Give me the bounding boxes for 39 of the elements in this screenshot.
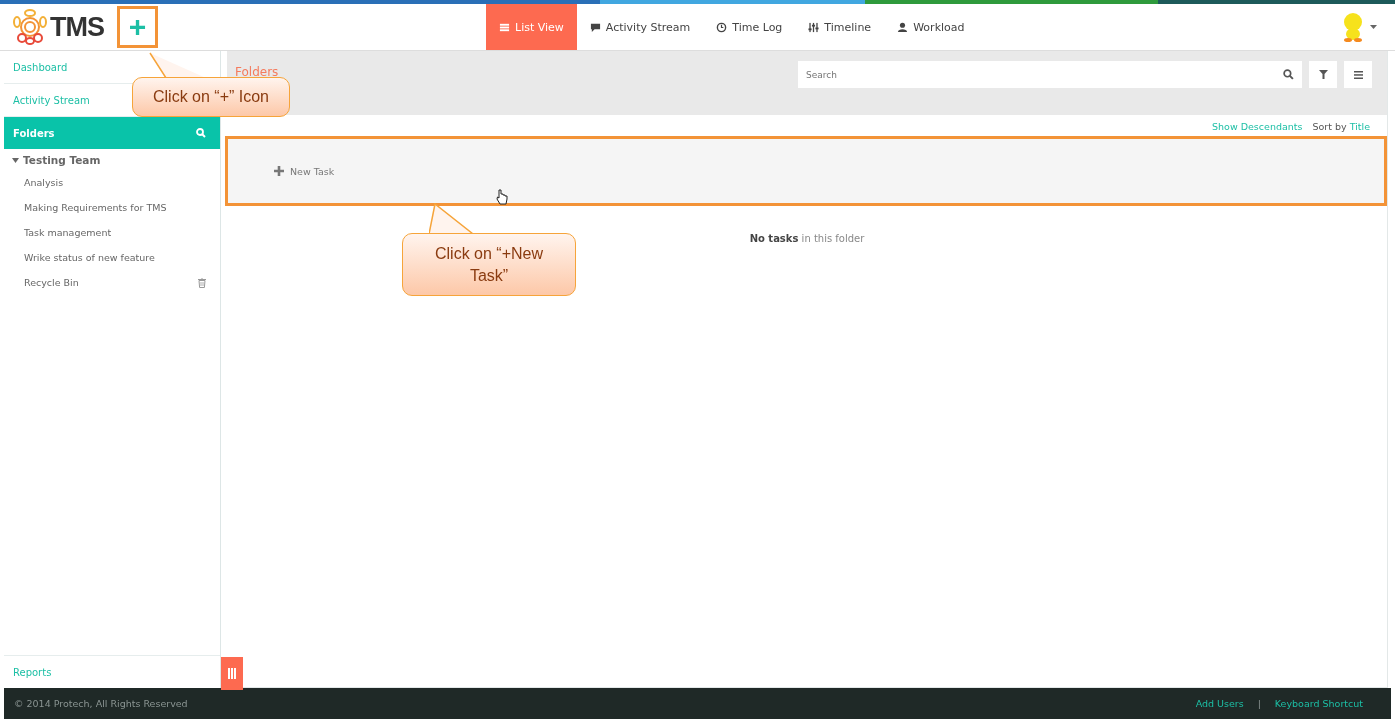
caret-icon[interactable] <box>1370 25 1377 29</box>
clock-icon <box>716 21 728 33</box>
menu-icon <box>1353 70 1363 79</box>
callout: Click on “+” Icon <box>132 77 290 117</box>
search-icon[interactable] <box>1283 69 1294 80</box>
plus-icon <box>274 166 284 176</box>
new-task-button[interactable]: New Task <box>274 165 335 177</box>
page-title: Folders <box>235 65 279 79</box>
folder-item[interactable]: Task management <box>24 227 112 238</box>
nav-tab[interactable]: Workload <box>884 4 978 50</box>
filter-button[interactable] <box>1309 61 1337 88</box>
list-icon <box>499 21 510 33</box>
folder-item[interactable]: Analysis <box>24 177 64 188</box>
collapse-handle[interactable] <box>221 657 243 690</box>
footer-link[interactable]: Keyboard Shortcut <box>1274 698 1363 709</box>
empty-message: No tasks in this folder <box>748 233 866 244</box>
logo-icon <box>12 9 48 45</box>
user-icon <box>897 21 909 33</box>
caret-icon[interactable] <box>12 156 19 164</box>
nav-tab[interactable]: Activity Stream <box>576 4 704 50</box>
folder-item[interactable]: Recycle Bin <box>24 277 79 288</box>
sort-label: Sort by <box>1312 121 1347 132</box>
sliders-icon <box>808 21 820 33</box>
nav-tab[interactable]: Timeline <box>795 4 885 50</box>
footer-separator: | <box>1257 698 1261 709</box>
folder-item[interactable]: Wrike status of new feature <box>24 252 155 263</box>
folders-label: Folders <box>13 127 55 139</box>
filter-icon <box>1318 70 1328 79</box>
app-logo-text: TMS <box>50 11 104 43</box>
tree-node[interactable]: Testing Team <box>4 149 220 170</box>
menu-button[interactable] <box>1344 61 1372 88</box>
nav-tab[interactable]: Time Log <box>703 4 796 50</box>
comment-icon <box>589 21 601 33</box>
copyright-text: © 2014 Protech, All Rights Reserved <box>14 698 188 709</box>
folder-item[interactable]: Making Requirements for TMS <box>24 202 167 213</box>
trash-icon[interactable] <box>198 277 206 288</box>
callout: Click on “+New Task” <box>402 233 576 296</box>
footer-link[interactable]: Add Users <box>1195 698 1244 709</box>
search-field[interactable]: Search <box>798 61 1302 88</box>
